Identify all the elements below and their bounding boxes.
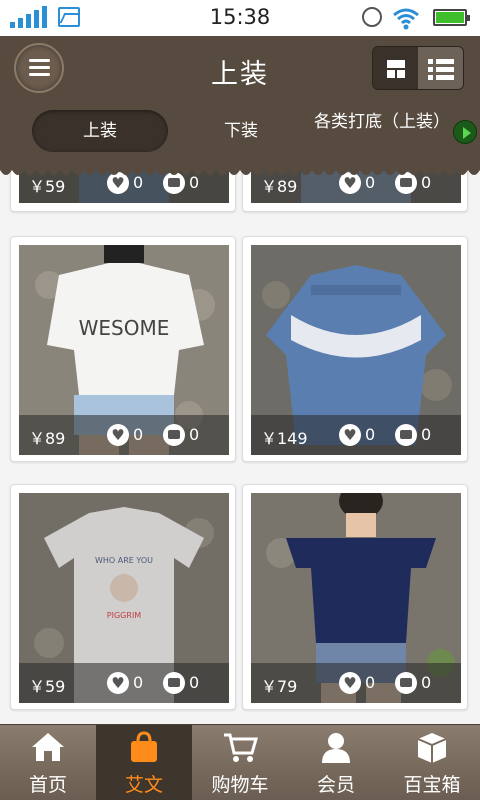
tab-tops[interactable]: 上装	[32, 110, 168, 152]
category-tabs: 上装 下装 各类打底（上装）	[0, 108, 480, 156]
product-price: ￥79	[261, 677, 298, 696]
nav-label: 艾文	[124, 774, 163, 796]
product-price: ￥149	[261, 429, 308, 448]
tabs-next-arrow-icon[interactable]	[453, 120, 477, 144]
like-icon[interactable]	[107, 672, 129, 694]
product-grid[interactable]: ￥59 0 0 ￥89 0 0	[0, 170, 480, 724]
comment-count: 0	[189, 673, 200, 692]
like-count: 0	[365, 425, 376, 444]
box-icon	[417, 733, 447, 763]
wifi-icon	[393, 8, 419, 30]
comment-count: 0	[421, 425, 432, 444]
header-scallop-edge	[0, 168, 480, 182]
battery-icon	[433, 9, 470, 26]
status-bar: 15:38	[0, 0, 480, 36]
product-meta: ￥89 0 0	[19, 415, 229, 455]
comment-count: 0	[421, 673, 432, 692]
nav-cart[interactable]: 购物车	[192, 725, 288, 800]
header: 上装 上装 下装 各类打底（上装）	[0, 36, 480, 170]
home-icon	[32, 733, 64, 761]
comment-icon[interactable]	[395, 672, 417, 694]
comment-icon[interactable]	[395, 424, 417, 446]
comment-icon[interactable]	[163, 672, 185, 694]
nav-label: 首页	[28, 774, 67, 796]
product-image: WESOME ￥89 0 0	[19, 245, 229, 455]
svg-text:WHO ARE YOU: WHO ARE YOU	[95, 556, 153, 565]
product-meta: ￥59 0 0	[19, 663, 229, 703]
product-card[interactable]: WHO ARE YOU PIGGRIM ￥59 0 0	[10, 484, 236, 710]
product-card[interactable]: ￥79 0 0	[242, 484, 468, 710]
svg-text:PIGGRIM: PIGGRIM	[107, 611, 142, 620]
like-icon[interactable]	[107, 424, 129, 446]
product-card[interactable]: WESOME ￥89 0 0	[10, 236, 236, 462]
user-icon	[322, 733, 350, 763]
nav-member[interactable]: 会员	[288, 725, 384, 800]
view-toggle[interactable]	[372, 46, 464, 90]
product-price: ￥59	[29, 677, 66, 696]
comment-count: 0	[189, 425, 200, 444]
product-image: WHO ARE YOU PIGGRIM ￥59 0 0	[19, 493, 229, 703]
nav-label: 购物车	[211, 774, 269, 796]
nav-label: 百宝箱	[403, 774, 461, 796]
like-icon[interactable]	[339, 424, 361, 446]
product-image: ￥79 0 0	[251, 493, 461, 703]
like-count: 0	[133, 425, 144, 444]
product-image: ￥149 0 0	[251, 245, 461, 455]
tab-bottoms[interactable]: 下装	[196, 110, 286, 152]
nav-toolbox[interactable]: 百宝箱	[384, 725, 480, 800]
nav-aiwen[interactable]: 艾文	[96, 725, 192, 800]
svg-text:WESOME: WESOME	[79, 316, 170, 340]
product-meta: ￥149 0 0	[251, 415, 461, 455]
bottom-nav: 首页 艾文 购物车 会员 百宝箱	[0, 724, 480, 800]
product-meta: ￥79 0 0	[251, 663, 461, 703]
like-count: 0	[365, 673, 376, 692]
nav-home[interactable]: 首页	[0, 725, 96, 800]
shopping-bag-icon	[131, 731, 157, 762]
nav-label: 会员	[316, 774, 355, 796]
grid-view-button[interactable]	[373, 47, 418, 89]
cart-icon	[224, 733, 258, 762]
product-card[interactable]: ￥149 0 0	[242, 236, 468, 462]
product-price: ￥89	[29, 429, 66, 448]
list-view-button[interactable]	[418, 47, 463, 89]
like-count: 0	[133, 673, 144, 692]
comment-icon[interactable]	[163, 424, 185, 446]
tab-base-layers[interactable]: 各类打底（上装）	[314, 112, 450, 132]
like-icon[interactable]	[339, 672, 361, 694]
alarm-icon	[362, 7, 382, 27]
